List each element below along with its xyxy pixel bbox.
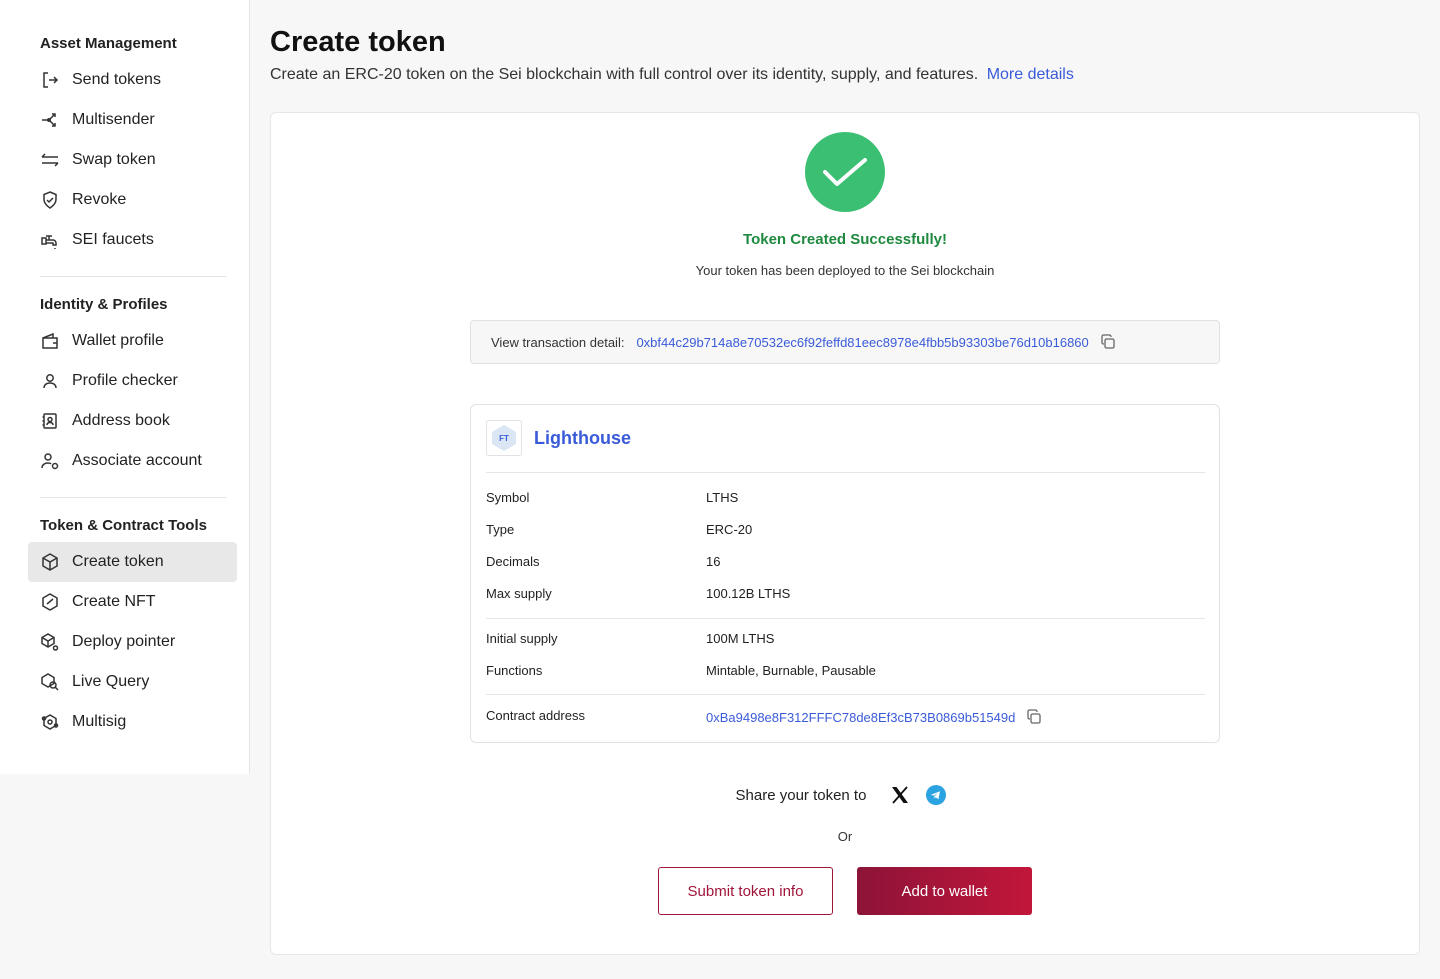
detail-label: Symbol	[486, 490, 530, 505]
token-details-box: FT Lighthouse Symbol LTHS Type ERC-20 De…	[470, 404, 1220, 743]
transaction-box: View transaction detail: 0xbf44c29b714a8…	[470, 320, 1220, 364]
sidebar-item-revoke[interactable]: Revoke	[28, 180, 237, 220]
sidebar-item-sei-faucets[interactable]: SEI faucets	[28, 220, 237, 260]
detail-value: ERC-20	[706, 522, 753, 537]
detail-row-max-supply: Max supply 100.12B LTHS	[486, 586, 1205, 606]
user-icon	[40, 371, 60, 391]
detail-row-initial-supply: Initial supply 100M LTHS	[486, 631, 1205, 651]
token-logo-text: FT	[499, 434, 509, 443]
contract-address-link[interactable]: 0xBa9498e8F312FFFC78de8Ef3cB73B0869b5154…	[706, 710, 1015, 725]
page-title: Create token	[270, 26, 446, 58]
sidebar-item-label: Multisig	[72, 713, 127, 730]
token-name: Lighthouse	[534, 427, 631, 448]
sidebar-item-create-nft[interactable]: Create NFT	[28, 582, 237, 622]
detail-label: Type	[486, 522, 515, 537]
sidebar-item-label: Wallet profile	[72, 332, 164, 349]
share-label: Share your token to	[735, 786, 867, 804]
sidebar-item-swap-token[interactable]: Swap token	[28, 140, 237, 180]
cube-icon	[40, 552, 60, 572]
sidebar-item-label: Send tokens	[72, 71, 161, 88]
sidebar-item-label: Multisender	[72, 111, 155, 128]
sidebar-item-multisender[interactable]: Multisender	[28, 100, 237, 140]
x-twitter-icon[interactable]	[889, 784, 911, 806]
send-icon	[40, 70, 60, 90]
sidebar-item-address-book[interactable]: Address book	[28, 401, 237, 441]
page-description-text: Create an ERC-20 token on the Sei blockc…	[270, 66, 979, 83]
wallet-icon	[40, 331, 60, 351]
sidebar-item-label: Associate account	[72, 452, 202, 469]
sidebar-item-multisig[interactable]: Multisig	[28, 702, 237, 742]
deploy-icon	[40, 632, 60, 652]
detail-label: Max supply	[486, 586, 552, 601]
sidebar-item-wallet-profile[interactable]: Wallet profile	[28, 321, 237, 361]
detail-label: Decimals	[486, 554, 540, 569]
token-logo: FT	[486, 420, 522, 456]
token-divider	[486, 694, 1205, 695]
sidebar-item-label: Address book	[72, 412, 170, 429]
sidebar-item-label: Swap token	[72, 151, 156, 168]
share-row: Share your token to	[271, 784, 1419, 806]
shield-icon	[40, 190, 60, 210]
sidebar-item-deploy-pointer[interactable]: Deploy pointer	[28, 622, 237, 662]
detail-row-symbol: Symbol LTHS	[486, 490, 1205, 510]
contract-address-container: 0xBa9498e8F312FFFC78de8Ef3cB73B0869b5154…	[706, 708, 1043, 726]
copy-icon[interactable]	[1099, 333, 1117, 351]
sidebar-item-label: Live Query	[72, 673, 150, 690]
associate-icon	[40, 451, 60, 471]
multisender-icon	[40, 110, 60, 130]
detail-row-contract-address: Contract address 0xBa9498e8F312FFFC78de8…	[486, 708, 1205, 728]
detail-label: Initial supply	[486, 631, 558, 646]
submit-token-info-button[interactable]: Submit token info	[658, 867, 833, 915]
sidebar-divider	[40, 276, 226, 277]
sidebar-item-label: SEI faucets	[72, 231, 154, 248]
token-divider	[486, 472, 1205, 473]
transaction-hash-link[interactable]: 0xbf44c29b714a8e70532ec6f92feffd81eec897…	[636, 335, 1088, 350]
add-to-wallet-button[interactable]: Add to wallet	[857, 867, 1032, 915]
sidebar-item-live-query[interactable]: Live Query	[28, 662, 237, 702]
transaction-label: View transaction detail:	[491, 334, 625, 350]
detail-value: 16	[706, 554, 721, 569]
faucet-icon	[40, 230, 60, 250]
detail-label: Contract address	[486, 708, 585, 723]
sidebar-item-label: Deploy pointer	[72, 633, 176, 650]
more-details-link[interactable]: More details	[987, 66, 1074, 83]
token-header: FT Lighthouse	[486, 420, 631, 456]
sidebar-item-label: Revoke	[72, 191, 127, 208]
nft-icon	[40, 592, 60, 612]
detail-row-type: Type ERC-20	[486, 522, 1205, 542]
sidebar-item-profile-checker[interactable]: Profile checker	[28, 361, 237, 401]
page-description: Create an ERC-20 token on the Sei blockc…	[270, 66, 1074, 84]
detail-value: 100.12B LTHS	[706, 586, 791, 601]
success-subtitle: Your token has been deployed to the Sei …	[695, 263, 995, 278]
sidebar-item-send-tokens[interactable]: Send tokens	[28, 60, 237, 100]
or-separator: Or	[837, 829, 853, 844]
detail-value: Mintable, Burnable, Pausable	[706, 663, 876, 678]
detail-value: LTHS	[706, 490, 739, 505]
sidebar: Asset Management Send tokens Multisender…	[0, 0, 250, 774]
success-title: Token Created Successfully!	[743, 231, 947, 248]
query-icon	[40, 672, 60, 692]
detail-row-decimals: Decimals 16	[486, 554, 1205, 574]
token-divider	[486, 618, 1205, 619]
detail-value: 100M LTHS	[706, 631, 775, 646]
section-title-identity: Identity & Profiles	[40, 296, 168, 313]
copy-icon[interactable]	[1025, 708, 1043, 726]
telegram-icon[interactable]	[925, 784, 947, 806]
detail-label: Functions	[486, 663, 543, 678]
section-title-token-tools: Token & Contract Tools	[40, 517, 207, 534]
multisig-icon	[40, 712, 60, 732]
success-check-icon	[805, 132, 885, 212]
sidebar-item-label: Create NFT	[72, 593, 156, 610]
sidebar-item-associate-account[interactable]: Associate account	[28, 441, 237, 481]
swap-icon	[40, 150, 60, 170]
result-card: Token Created Successfully! Your token h…	[270, 112, 1420, 955]
sidebar-item-create-token[interactable]: Create token	[28, 542, 237, 582]
address-book-icon	[40, 411, 60, 431]
sidebar-item-label: Profile checker	[72, 372, 178, 389]
detail-row-functions: Functions Mintable, Burnable, Pausable	[486, 663, 1205, 683]
sidebar-divider	[40, 497, 226, 498]
section-title-asset-management: Asset Management	[40, 35, 177, 52]
sidebar-item-label: Create token	[72, 553, 164, 570]
